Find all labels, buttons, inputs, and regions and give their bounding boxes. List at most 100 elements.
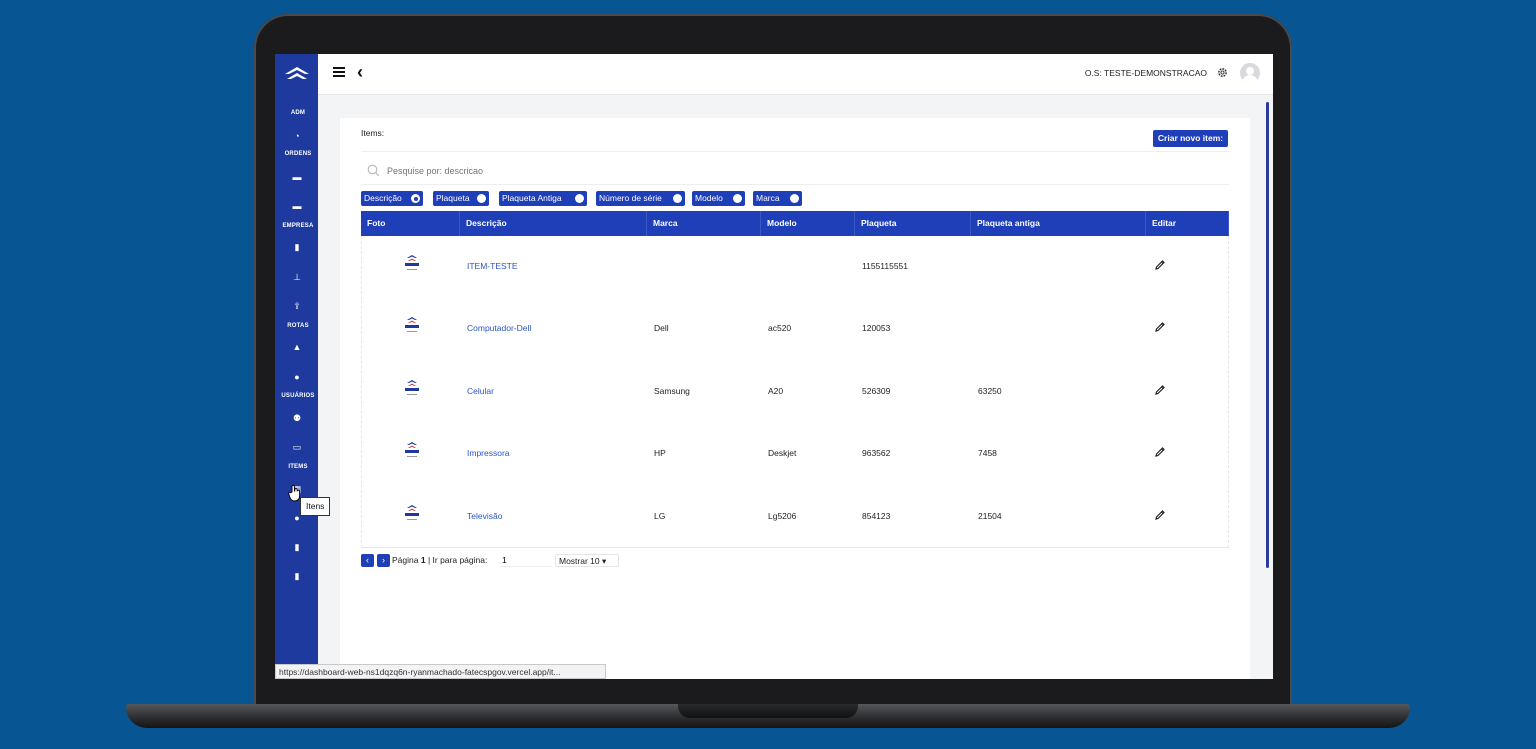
table-row[interactable]: Impressora HP Deskjet 963562 7458: [362, 423, 1230, 485]
next-page-button[interactable]: ›: [377, 554, 390, 567]
table-row[interactable]: Televisão LG Lg5206 854123 21504: [362, 486, 1230, 548]
cell-plaqueta-antiga: 63250: [978, 385, 1002, 396]
top-bar: ‹ O.S: TESTE-DEMONSTRACAO: [318, 54, 1273, 95]
table-body: ITEM-TESTE 1155115551 Computador-Dell Dell a…: [361, 236, 1229, 548]
table-header: Foto Descrição Marca Modelo Plaqueta Plaqueta…: [361, 211, 1229, 236]
folder-icon[interactable]: ▬: [292, 172, 302, 182]
filter-label: Plaqueta Antiga: [502, 193, 562, 203]
item-photo: [405, 379, 419, 395]
prev-page-button[interactable]: ‹: [361, 554, 374, 567]
sidebar-section-0: ADM: [290, 110, 306, 116]
tooltip: Itens: [300, 497, 331, 516]
column-header[interactable]: Marca: [647, 211, 761, 236]
globe-icon[interactable]: ●: [292, 372, 302, 382]
car-icon[interactable]: ▭: [292, 442, 302, 452]
os-label: O.S: TESTE-DEMONSTRACAO: [1084, 68, 1207, 78]
filter-label: Plaqueta: [436, 193, 470, 203]
building-icon[interactable]: ▮: [292, 242, 302, 252]
users-icon[interactable]: ⚉: [292, 413, 302, 423]
create-item-button[interactable]: Criar novo item:: [1153, 130, 1228, 147]
cell-modelo: Lg5206: [768, 510, 797, 521]
pencil-icon[interactable]: [1154, 446, 1166, 458]
divider: [361, 151, 1229, 152]
filter-label: Modelo: [695, 193, 723, 203]
radio-button[interactable]: [790, 194, 799, 203]
gear-icon[interactable]: [1217, 67, 1228, 78]
radio-button[interactable]: [575, 194, 584, 203]
table-row[interactable]: Computador-Dell Dell ac520 120053: [362, 298, 1230, 360]
cell-plaqueta: 963562: [862, 448, 891, 459]
filter-chip[interactable]: Plaqueta Antiga: [499, 191, 587, 206]
road-icon[interactable]: ▲: [292, 342, 302, 352]
radio-button[interactable]: [733, 194, 742, 203]
item-link[interactable]: Impressora: [467, 448, 510, 458]
cell-modelo: Deskjet: [768, 448, 797, 459]
cell-plaqueta: 526309: [862, 385, 891, 396]
item-link[interactable]: Celular: [467, 386, 494, 396]
sidebar-section-3: ROTAS: [287, 323, 309, 329]
file-icon[interactable]: ▮: [292, 542, 302, 552]
cell-marca: HP: [654, 448, 666, 459]
logo-icon[interactable]: [283, 66, 311, 82]
filter-label: Marca: [756, 193, 780, 203]
column-header[interactable]: Plaqueta antiga: [971, 211, 1146, 236]
sitemap-icon[interactable]: ⊥: [292, 272, 302, 282]
search-input[interactable]: [385, 162, 789, 180]
filter-chip[interactable]: Plaqueta: [433, 191, 489, 206]
cell-plaqueta-antiga: 7458: [978, 448, 997, 459]
file-icon[interactable]: ▮: [292, 571, 302, 581]
items-card: Items: Criar novo item: Descrição Plaquet…: [340, 118, 1250, 679]
filter-chip[interactable]: Modelo: [692, 191, 745, 206]
page-info: Página 1 | Ir para página:: [392, 555, 487, 565]
filter-chip[interactable]: Descrição: [361, 191, 423, 206]
filter-label: Descrição: [364, 193, 402, 203]
item-link[interactable]: Televisão: [467, 511, 502, 521]
item-photo: [405, 504, 419, 520]
page-prefix: Página: [392, 555, 419, 565]
sidebar-section-5: ITEMS: [288, 464, 308, 470]
upload-icon[interactable]: ⇪: [292, 301, 302, 311]
pencil-icon[interactable]: [1154, 259, 1166, 271]
search-icon: [367, 164, 380, 177]
filter-chip[interactable]: Número de série: [596, 191, 685, 206]
status-url-bar: https://dashboard-web-ns1dqzq6n-ryanmach…: [275, 664, 606, 679]
filter-chip[interactable]: Marca: [753, 191, 802, 206]
column-header[interactable]: Foto: [361, 211, 460, 236]
radio-button[interactable]: [477, 194, 486, 203]
back-arrow-icon[interactable]: ‹: [357, 63, 363, 81]
menu-icon[interactable]: [333, 67, 345, 77]
cell-modelo: ac520: [768, 323, 792, 334]
scrollbar[interactable]: [1266, 102, 1269, 568]
item-photo: [405, 442, 419, 458]
table-row[interactable]: ITEM-TESTE 1155115551: [362, 236, 1230, 298]
page-size-select[interactable]: Mostrar 10 ▾: [555, 554, 619, 567]
search-bar: [361, 156, 1229, 185]
cell-plaqueta: 854123: [862, 510, 891, 521]
column-header[interactable]: Editar: [1146, 211, 1229, 236]
page-title: Items:: [361, 128, 385, 138]
laptop-notch: [678, 704, 858, 718]
radio-button[interactable]: [411, 194, 420, 203]
pencil-icon[interactable]: [1154, 321, 1166, 333]
pencil-icon[interactable]: [1154, 384, 1166, 396]
dashboard-icon[interactable]: ◔: [292, 131, 302, 141]
column-header[interactable]: Descrição: [460, 211, 647, 236]
column-header[interactable]: Modelo: [761, 211, 855, 236]
goto-label: | Ir para página:: [427, 555, 488, 565]
table-row[interactable]: Celular Samsung A20 526309 63250: [362, 361, 1230, 423]
cell-marca: Dell: [654, 323, 669, 334]
radio-button[interactable]: [673, 194, 682, 203]
pencil-icon[interactable]: [1154, 509, 1166, 521]
cell-plaqueta-antiga: 21504: [978, 510, 1002, 521]
item-link[interactable]: ITEM-TESTE: [467, 261, 518, 271]
item-photo: [405, 317, 419, 333]
cell-modelo: A20: [768, 385, 784, 396]
goto-page-input[interactable]: [500, 554, 552, 567]
screen: ADM ORDENS EMPRESA ROTAS USUÁRIOS ITEMS ◔ ▬ ▬ ▮ ⊥ ⇪…: [275, 54, 1273, 679]
avatar[interactable]: [1240, 63, 1260, 83]
folder-icon[interactable]: ▬: [292, 201, 302, 211]
column-header[interactable]: Plaqueta: [855, 211, 971, 236]
cell-marca: LG: [654, 510, 666, 521]
sidebar-section-2: EMPRESA: [282, 223, 314, 229]
item-link[interactable]: Computador-Dell: [467, 323, 531, 333]
